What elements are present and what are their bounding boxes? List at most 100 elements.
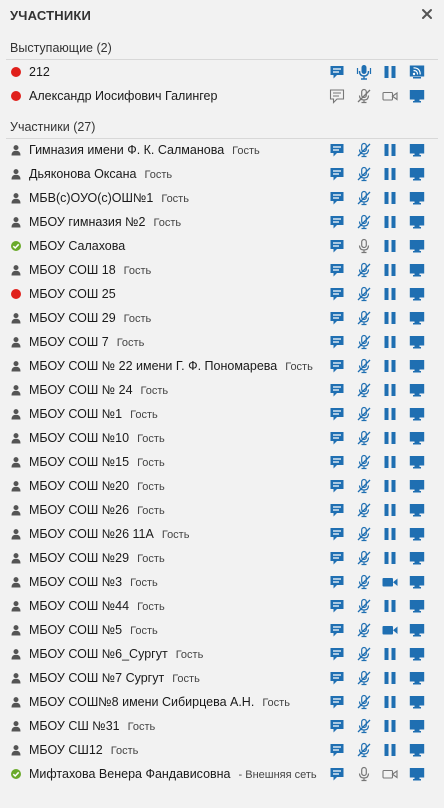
mic-off-icon[interactable] <box>356 742 372 758</box>
pause-icon[interactable] <box>382 262 398 278</box>
pause-icon[interactable] <box>382 718 398 734</box>
screen-share-icon[interactable] <box>409 262 425 278</box>
camera-icon[interactable] <box>382 88 398 104</box>
chat-icon[interactable] <box>329 574 345 590</box>
chat-icon[interactable] <box>329 718 345 734</box>
participant-row[interactable]: МБОУ СОШ №3 Гость <box>0 570 444 594</box>
participant-row[interactable]: Гимназия имени Ф. К. Салманова Гость <box>0 138 444 162</box>
pause-icon[interactable] <box>382 64 398 80</box>
camera-icon[interactable] <box>382 622 398 638</box>
screen-share-icon[interactable] <box>409 502 425 518</box>
pause-icon[interactable] <box>382 310 398 326</box>
screen-share-icon[interactable] <box>409 454 425 470</box>
pause-icon[interactable] <box>382 742 398 758</box>
chat-icon[interactable] <box>329 454 345 470</box>
participant-row[interactable]: МБОУ СОШ №29 Гость <box>0 546 444 570</box>
mic-off-icon[interactable] <box>356 646 372 662</box>
mic-off-icon[interactable] <box>356 574 372 590</box>
pause-icon[interactable] <box>382 526 398 542</box>
pause-icon[interactable] <box>382 166 398 182</box>
screen-share-icon[interactable] <box>409 358 425 374</box>
camera-icon[interactable] <box>382 574 398 590</box>
screen-share-icon[interactable] <box>409 238 425 254</box>
pause-icon[interactable] <box>382 334 398 350</box>
pause-icon[interactable] <box>382 550 398 566</box>
chat-icon[interactable] <box>329 622 345 638</box>
mic-icon[interactable] <box>356 766 372 782</box>
screen-share-icon[interactable] <box>409 406 425 422</box>
mic-off-icon[interactable] <box>356 88 372 104</box>
mic-off-icon[interactable] <box>356 262 372 278</box>
mic-off-icon[interactable] <box>356 622 372 638</box>
mic-icon[interactable] <box>356 64 372 80</box>
mic-off-icon[interactable] <box>356 382 372 398</box>
chat-icon[interactable] <box>329 478 345 494</box>
speaker-row[interactable]: Александр Иосифович Галингер <box>0 84 444 108</box>
mic-off-icon[interactable] <box>356 550 372 566</box>
mic-off-icon[interactable] <box>356 358 372 374</box>
camera-icon[interactable] <box>382 766 398 782</box>
chat-icon[interactable] <box>329 238 345 254</box>
screen-share-icon[interactable] <box>409 478 425 494</box>
mic-off-icon[interactable] <box>356 670 372 686</box>
participant-row[interactable]: МБОУ СОШ №6_Сургут Гость <box>0 642 444 666</box>
pause-icon[interactable] <box>382 598 398 614</box>
stream-icon[interactable] <box>409 64 425 80</box>
chat-icon[interactable] <box>329 286 345 302</box>
pause-icon[interactable] <box>382 430 398 446</box>
mic-off-icon[interactable] <box>356 190 372 206</box>
pause-icon[interactable] <box>382 478 398 494</box>
participant-row[interactable]: МБОУ СОШ № 24 Гость <box>0 378 444 402</box>
chat-icon[interactable] <box>329 262 345 278</box>
participant-row[interactable]: МБОУ гимназия №2 Гость <box>0 210 444 234</box>
participant-row[interactable]: МБОУ СОШ №26 11А Гость <box>0 522 444 546</box>
pause-icon[interactable] <box>382 286 398 302</box>
participant-row[interactable]: МБОУ СОШ №26 Гость <box>0 498 444 522</box>
participant-row[interactable]: МБОУ СОШ 29 Гость <box>0 306 444 330</box>
participant-row[interactable]: МБОУ СШ №31 Гость <box>0 714 444 738</box>
pause-icon[interactable] <box>382 382 398 398</box>
chat-icon[interactable] <box>329 166 345 182</box>
participant-row[interactable]: МБОУ СОШ №5 Гость <box>0 618 444 642</box>
screen-share-icon[interactable] <box>409 766 425 782</box>
chat-icon[interactable] <box>329 694 345 710</box>
mic-off-icon[interactable] <box>356 694 372 710</box>
chat-icon[interactable] <box>329 334 345 350</box>
chat-icon[interactable] <box>329 358 345 374</box>
screen-share-icon[interactable] <box>409 190 425 206</box>
screen-share-icon[interactable] <box>409 310 425 326</box>
screen-share-icon[interactable] <box>409 550 425 566</box>
speaker-row[interactable]: 212 <box>0 60 444 84</box>
screen-share-icon[interactable] <box>409 382 425 398</box>
participant-row[interactable]: МБВ(с)ОУО(с)ОШ№1 Гость <box>0 186 444 210</box>
participant-row[interactable]: Дьяконова Оксана Гость <box>0 162 444 186</box>
chat-icon[interactable] <box>329 310 345 326</box>
screen-share-icon[interactable] <box>409 574 425 590</box>
screen-share-icon[interactable] <box>409 718 425 734</box>
pause-icon[interactable] <box>382 670 398 686</box>
participant-row[interactable]: МБОУ Салахова <box>0 234 444 258</box>
participant-row[interactable]: МБОУ СОШ №10 Гость <box>0 426 444 450</box>
chat-icon[interactable] <box>329 526 345 542</box>
participant-row[interactable]: МБОУ СОШ 7 Гость <box>0 330 444 354</box>
mic-off-icon[interactable] <box>356 286 372 302</box>
pause-icon[interactable] <box>382 358 398 374</box>
mic-off-icon[interactable] <box>356 214 372 230</box>
pause-icon[interactable] <box>382 694 398 710</box>
chat-outline-icon[interactable] <box>329 88 345 104</box>
chat-icon[interactable] <box>329 406 345 422</box>
mic-off-icon[interactable] <box>356 406 372 422</box>
mic-off-icon[interactable] <box>356 478 372 494</box>
participant-row[interactable]: МБОУ СОШ 18 Гость <box>0 258 444 282</box>
mic-off-icon[interactable] <box>356 334 372 350</box>
chat-icon[interactable] <box>329 550 345 566</box>
mic-off-icon[interactable] <box>356 430 372 446</box>
chat-icon[interactable] <box>329 502 345 518</box>
mic-off-icon[interactable] <box>356 718 372 734</box>
mic-off-icon[interactable] <box>356 166 372 182</box>
chat-icon[interactable] <box>329 766 345 782</box>
screen-share-icon[interactable] <box>409 646 425 662</box>
mic-off-icon[interactable] <box>356 142 372 158</box>
participant-row[interactable]: МБОУ СОШ 25 <box>0 282 444 306</box>
pause-icon[interactable] <box>382 190 398 206</box>
